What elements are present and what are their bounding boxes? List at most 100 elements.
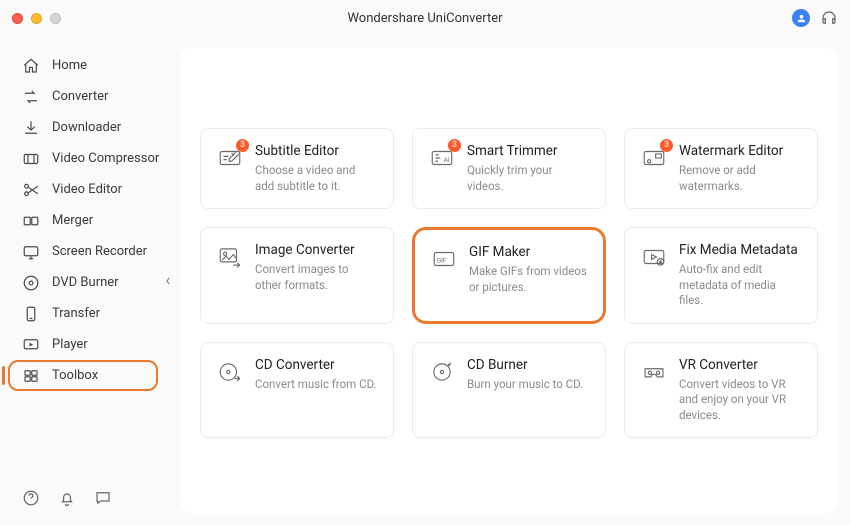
tool-desc: Auto-fix and edit metadata of media file… (679, 262, 801, 309)
tool-vr-converter[interactable]: VR Converter Convert videos to VR and en… (624, 342, 818, 439)
sidebar-item-merger[interactable]: Merger (0, 205, 168, 236)
minimize-window-button[interactable] (31, 13, 42, 24)
tool-cd-converter[interactable]: CD Converter Convert music from CD. (200, 342, 394, 439)
cd-burner-icon (429, 359, 455, 385)
help-icon (22, 489, 40, 507)
sidebar-collapse-button[interactable] (162, 261, 174, 301)
sidebar-item-label: Downloader (52, 120, 121, 135)
sidebar-item-label: Video Editor (52, 182, 122, 197)
feedback-button[interactable] (94, 489, 112, 507)
tool-title: CD Burner (467, 357, 583, 373)
tool-title: CD Converter (255, 357, 377, 373)
help-button[interactable] (22, 489, 40, 507)
scissors-icon (22, 181, 40, 199)
titlebar: Wondershare UniConverter (0, 0, 850, 36)
window-controls (12, 13, 61, 24)
tool-watermark-editor[interactable]: Watermark Editor Remove or add watermark… (624, 128, 818, 209)
home-icon (22, 57, 40, 75)
tool-text: Watermark Editor Remove or add watermark… (679, 143, 801, 194)
tool-text: Fix Media Metadata Auto-fix and edit met… (679, 242, 801, 309)
sidebar-item-converter[interactable]: Converter (0, 81, 168, 112)
sidebar: Home Converter Downloader Video Compress… (0, 36, 168, 525)
tool-title: Smart Trimmer (467, 143, 589, 159)
sidebar-item-player[interactable]: Player (0, 329, 168, 360)
tool-desc: Convert music from CD. (255, 377, 377, 393)
support-button[interactable] (820, 9, 838, 27)
cd-converter-icon (217, 359, 243, 385)
sidebar-item-downloader[interactable]: Downloader (0, 112, 168, 143)
tool-text: CD Burner Burn your music to CD. (467, 357, 583, 393)
player-icon (22, 336, 40, 354)
sidebar-item-transfer[interactable]: Transfer (0, 298, 168, 329)
sidebar-item-video-editor[interactable]: Video Editor (0, 174, 168, 205)
sidebar-item-home[interactable]: Home (0, 50, 168, 81)
sidebar-item-label: Player (52, 337, 88, 352)
tool-fix-metadata[interactable]: Fix Media Metadata Auto-fix and edit met… (624, 227, 818, 324)
tool-desc: Burn your music to CD. (467, 377, 583, 393)
tool-grid: Subtitle Editor Choose a video and add s… (200, 128, 818, 438)
download-icon (22, 119, 40, 137)
tool-title: Image Converter (255, 242, 377, 258)
tool-desc: Remove or add watermarks. (679, 163, 801, 194)
tool-title: Fix Media Metadata (679, 242, 801, 258)
tool-desc: Make GIFs from videos or pictures. (469, 264, 587, 295)
tool-gif-maker[interactable]: GIF GIF Maker Make GIFs from videos or p… (412, 227, 606, 324)
subtitle-icon (217, 145, 243, 171)
sidebar-item-label: Merger (52, 213, 93, 228)
tool-desc: Convert videos to VR and enjoy on your V… (679, 377, 801, 424)
toolbox-panel: Subtitle Editor Choose a video and add s… (180, 48, 838, 513)
screen-recorder-icon (22, 243, 40, 261)
headset-icon (820, 9, 838, 27)
sidebar-item-label: Converter (52, 89, 108, 104)
tool-text: CD Converter Convert music from CD. (255, 357, 377, 393)
merger-icon (22, 212, 40, 230)
sidebar-item-label: Toolbox (52, 368, 98, 383)
tool-image-converter[interactable]: Image Converter Convert images to other … (200, 227, 394, 324)
app-title: Wondershare UniConverter (347, 11, 502, 26)
tool-title: Subtitle Editor (255, 143, 377, 159)
titlebar-actions (792, 9, 838, 27)
tool-desc: Quickly trim your videos. (467, 163, 589, 194)
watermark-icon (641, 145, 667, 171)
compressor-icon (22, 150, 40, 168)
tool-cd-burner[interactable]: CD Burner Burn your music to CD. (412, 342, 606, 439)
tool-text: Subtitle Editor Choose a video and add s… (255, 143, 377, 194)
sidebar-item-video-compressor[interactable]: Video Compressor (0, 143, 168, 174)
tool-text: GIF Maker Make GIFs from videos or pictu… (469, 244, 587, 295)
sidebar-item-screen-recorder[interactable]: Screen Recorder (0, 236, 168, 267)
gif-icon: GIF (431, 246, 457, 272)
tool-title: Watermark Editor (679, 143, 801, 159)
sidebar-item-label: Home (52, 58, 87, 73)
sidebar-footer (0, 489, 168, 525)
tool-smart-trimmer[interactable]: AI Smart Trimmer Quickly trim your video… (412, 128, 606, 209)
chat-icon (94, 489, 112, 507)
svg-text:GIF: GIF (437, 256, 447, 264)
tool-subtitle-editor[interactable]: Subtitle Editor Choose a video and add s… (200, 128, 394, 209)
svg-text:AI: AI (444, 156, 450, 164)
maximize-window-button[interactable] (50, 13, 61, 24)
sidebar-item-label: DVD Burner (52, 275, 119, 290)
sidebar-item-dvd-burner[interactable]: DVD Burner (0, 267, 168, 298)
sidebar-item-label: Transfer (52, 306, 100, 321)
disc-icon (22, 274, 40, 292)
chevron-left-icon (165, 276, 171, 286)
tool-text: Image Converter Convert images to other … (255, 242, 377, 293)
image-converter-icon (217, 244, 243, 270)
sidebar-item-label: Video Compressor (52, 151, 159, 166)
sidebar-item-label: Screen Recorder (52, 244, 147, 259)
close-window-button[interactable] (12, 13, 23, 24)
vr-icon (641, 359, 667, 385)
tool-desc: Choose a video and add subtitle to it. (255, 163, 377, 194)
tool-title: VR Converter (679, 357, 801, 373)
toolbox-icon (22, 367, 40, 385)
tool-text: Smart Trimmer Quickly trim your videos. (467, 143, 589, 194)
trimmer-icon: AI (429, 145, 455, 171)
notifications-button[interactable] (58, 489, 76, 507)
sidebar-item-toolbox[interactable]: Toolbox (8, 360, 158, 391)
tool-desc: Convert images to other formats. (255, 262, 377, 293)
user-avatar[interactable] (792, 9, 810, 27)
main: Subtitle Editor Choose a video and add s… (168, 36, 850, 525)
tool-title: GIF Maker (469, 244, 587, 260)
user-icon (796, 13, 807, 24)
app-body: Home Converter Downloader Video Compress… (0, 36, 850, 525)
